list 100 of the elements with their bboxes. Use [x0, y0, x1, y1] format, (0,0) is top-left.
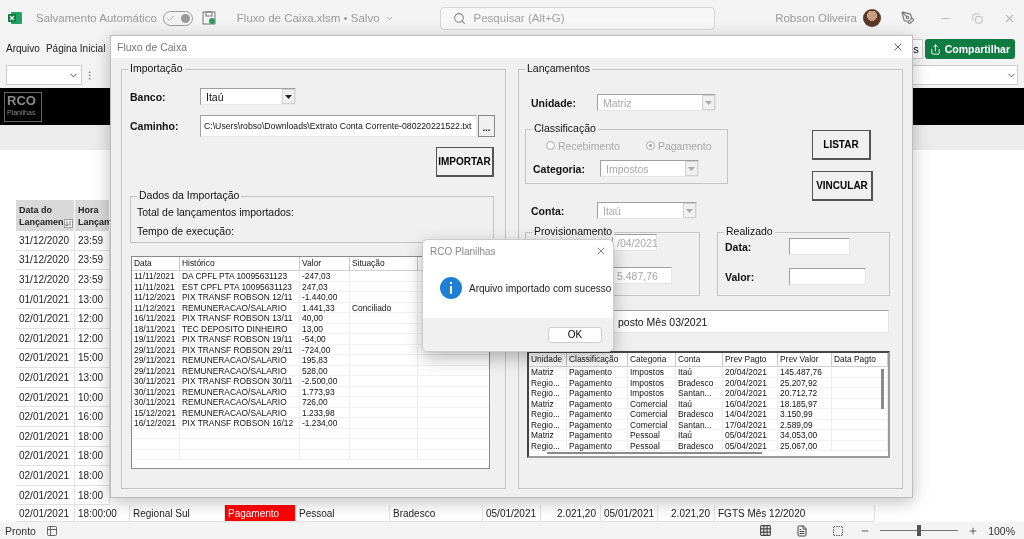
input-field[interactable] — [789, 268, 866, 285]
normal-view-icon[interactable] — [759, 524, 773, 538]
list-cell: Pagamento — [569, 377, 612, 388]
list-cell: Matriz — [531, 398, 554, 409]
list-cell: Impostos — [630, 377, 664, 388]
restore-icon[interactable] — [972, 12, 983, 24]
table-cell: 31/12/2020 — [16, 270, 75, 290]
list-cell: Itaú — [678, 398, 692, 409]
column-header[interactable]: Valor — [300, 257, 350, 270]
list-cell: Pagamento — [569, 398, 612, 409]
scrollbar[interactable] — [547, 452, 762, 454]
list-cell: 34.053,00 — [780, 430, 818, 440]
list-cell: 11/11/2021 — [134, 281, 175, 292]
column-header[interactable]: Prev Pagto — [723, 353, 778, 366]
close-icon[interactable] — [595, 245, 607, 257]
scrollbar[interactable] — [881, 369, 884, 409]
table-cell: 02/01/2021 — [16, 426, 75, 447]
list-cell: -1.440,00 — [302, 292, 338, 302]
list-cell: 29/11/2021 — [134, 365, 176, 376]
list-cell: 14/04/2021 — [725, 409, 767, 419]
column-header[interactable]: Histórico — [180, 257, 300, 270]
list-cell: 20/04/2021 — [725, 388, 767, 398]
list-cell: 29/11/2021 — [134, 355, 176, 365]
page-break-icon[interactable] — [832, 524, 845, 537]
zoom-in-icon[interactable] — [968, 525, 979, 536]
list-cell: PIX TRANSF ROBSON 19/11 — [182, 334, 293, 344]
list-cell: REMUNERACAO/SALARIO — [182, 397, 287, 407]
table-icon[interactable] — [45, 524, 58, 537]
field-label: Tempo de execução: — [136, 225, 235, 238]
list-cell: REMUNERACAO/SALARIO — [182, 407, 287, 418]
list-cell: PIX TRANSF ROBSON 29/11 — [182, 344, 293, 355]
page-layout-icon[interactable] — [796, 524, 809, 537]
column-header[interactable]: Situação — [350, 257, 418, 270]
list-cell: Comercial — [630, 419, 668, 430]
list-cell: Pagamento — [569, 440, 612, 451]
filter-button-icon[interactable] — [64, 219, 73, 228]
input-field[interactable]: C:\Users\robso\Downloads\Extrato Conta Corrente-080220221522.txt — [200, 115, 477, 137]
field-label: Categoria: — [533, 162, 586, 175]
ribbon-tab[interactable]: Arquivo — [6, 42, 40, 56]
list-cell: -247,03 — [302, 271, 331, 281]
list-cell: PIX TRANSF ROBSON 12/11 — [182, 292, 293, 302]
close-icon[interactable] — [892, 41, 904, 53]
list-cell: 30/11/2021 — [134, 376, 176, 386]
list-cell: 726,00 — [302, 397, 328, 407]
list-cell: 1.773,93 — [302, 386, 335, 397]
list-cell: 17/04/2021 — [725, 419, 767, 430]
list-cell: 20.712,72 — [780, 388, 818, 398]
list-cell: Pagamento — [569, 409, 612, 419]
save-icon[interactable] — [201, 11, 216, 25]
list-cell: REMUNERACAO/SALARIO — [182, 386, 287, 397]
table-cell: Pagamento — [225, 505, 296, 523]
browse-button[interactable]: ... — [478, 115, 495, 137]
frame-title: Dados da Importação — [137, 190, 242, 201]
dropdown[interactable]: Itaú — [200, 88, 296, 105]
ribbon-tab[interactable]: Página Inicial — [45, 42, 106, 56]
table-cell: 31/12/2020 — [16, 250, 75, 271]
list-cell: 29/11/2021 — [134, 344, 176, 355]
column-header[interactable]: Data — [132, 257, 180, 270]
list-cell: Comercial — [630, 398, 668, 409]
list-cell: 13,00 — [302, 323, 323, 334]
list-cell: Itaú — [678, 367, 692, 377]
list-cell: PIX TRANSF ROBSON 16/12 — [182, 418, 294, 428]
info-icon — [440, 277, 462, 299]
column-header[interactable]: Data Pagto — [832, 353, 888, 366]
ok-button[interactable]: OK — [548, 326, 602, 343]
list-cell: 11/11/2021 — [134, 271, 175, 281]
list-cell: Regio... — [531, 388, 560, 398]
check-icon — [165, 13, 175, 23]
column-header[interactable]: Categoria — [628, 353, 676, 366]
zoom-level: 100% — [988, 524, 1015, 537]
import-button[interactable]: IMPORTAR — [436, 147, 494, 177]
list-cell: Regio... — [531, 377, 560, 388]
table-cell: 02/01/2021 — [16, 328, 75, 349]
list-cell: 3.150,99 — [780, 409, 813, 419]
user-name: Robson Oliveira — [775, 12, 857, 24]
column-header[interactable]: Classificação — [567, 353, 628, 366]
name-box[interactable] — [6, 65, 82, 85]
slider-thumb[interactable] — [917, 525, 922, 537]
list-cell: 18.185,97 — [780, 398, 818, 409]
list-cell: 247,03 — [302, 281, 328, 292]
link-button[interactable]: VINCULAR — [812, 171, 873, 201]
list-cell: 40,00 — [302, 313, 323, 323]
list-cell: Santan... — [678, 388, 712, 398]
column-header[interactable]: Conta — [676, 353, 723, 366]
frame-title: Importação — [128, 63, 185, 74]
list-cell: 30/11/2021 — [134, 397, 176, 407]
share-button[interactable]: Compartilhar — [924, 39, 1015, 59]
avatar[interactable] — [863, 9, 881, 27]
list-cell: Impostos — [630, 367, 664, 377]
list-cell: 15/12/2021 — [134, 407, 176, 418]
list-button[interactable]: LISTAR — [812, 130, 871, 160]
pen-icon[interactable] — [901, 11, 915, 25]
column-header[interactable]: Unidade — [529, 353, 567, 366]
table-cell: 02/01/2021 — [16, 466, 75, 486]
input-field[interactable] — [789, 238, 850, 255]
list-cell: 145.487,76 — [780, 367, 822, 377]
column-header: Data do Lançamen — [16, 200, 75, 231]
column-header[interactable]: Prev Valor — [778, 353, 832, 366]
list-cell: 528,00 — [302, 365, 328, 376]
list-cell: 1.441,33 — [302, 302, 335, 313]
